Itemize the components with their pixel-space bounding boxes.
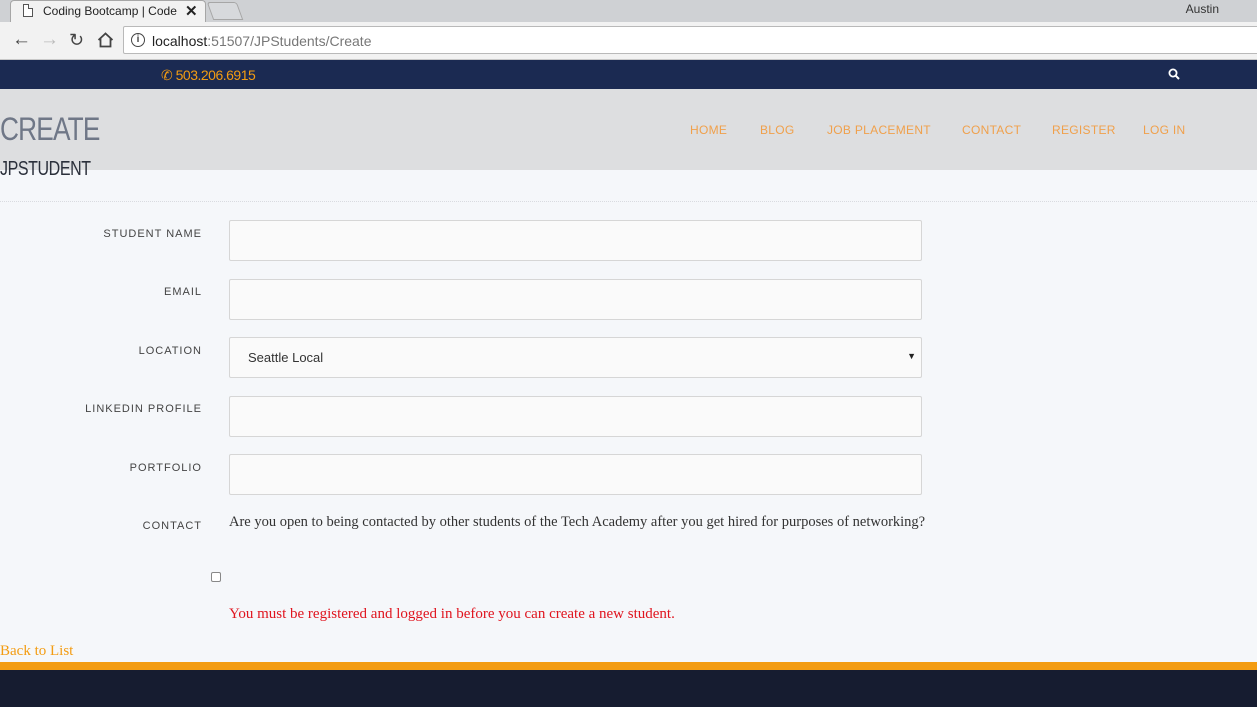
contact-checkbox[interactable]: [211, 572, 221, 582]
nav-log-in[interactable]: LOG IN: [1143, 123, 1185, 137]
divider: [0, 201, 1257, 202]
site-header: CREATE HOME BLOG JOB PLACEMENT CONTACT R…: [0, 89, 1257, 170]
error-message: You must be registered and logged in bef…: [229, 606, 675, 622]
page-subtitle: JPSTUDENT: [0, 158, 91, 180]
linkedin-label: LINKEDIN PROFILE: [85, 403, 202, 415]
portfolio-input[interactable]: [229, 454, 922, 495]
info-icon[interactable]: i: [131, 33, 145, 47]
home-icon[interactable]: [97, 32, 114, 48]
reload-icon[interactable]: ↻: [69, 30, 84, 50]
student-name-input[interactable]: [229, 220, 922, 261]
phone-number[interactable]: ✆ 503.206.6915: [161, 67, 256, 84]
url-path: :51507/JPStudents/Create: [207, 33, 372, 49]
linkedin-input[interactable]: [229, 396, 922, 437]
tab-close-icon[interactable]: ✕: [185, 2, 198, 20]
search-icon[interactable]: [1168, 68, 1180, 80]
page-title: CREATE: [0, 111, 100, 147]
location-label: LOCATION: [138, 345, 202, 357]
browser-tab[interactable]: Coding Bootcamp | Code ✕: [10, 0, 206, 22]
browser-user-name[interactable]: Austin: [1186, 2, 1219, 16]
footer-stripe: [0, 662, 1257, 670]
address-bar[interactable]: i localhost:51507/JPStudents/Create: [123, 26, 1257, 54]
site-top-bar: ✆ 503.206.6915: [0, 60, 1257, 89]
url-host: localhost: [152, 33, 208, 49]
phone-number-text: 503.206.6915: [175, 67, 256, 83]
dropdown-arrow-icon: ▼: [907, 351, 916, 361]
browser-tab-bar: Coding Bootcamp | Code ✕ Austin: [0, 0, 1257, 22]
nav-home[interactable]: HOME: [690, 123, 727, 137]
contact-label: CONTACT: [142, 520, 202, 532]
page-icon: [23, 4, 33, 17]
nav-blog[interactable]: BLOG: [760, 123, 795, 137]
tab-title: Coding Bootcamp | Code: [43, 4, 177, 18]
student-name-label: STUDENT NAME: [103, 228, 202, 240]
location-selected-value: Seattle Local: [248, 350, 324, 365]
nav-job-placement[interactable]: JOB PLACEMENT: [827, 123, 931, 137]
nav-register[interactable]: REGISTER: [1052, 123, 1116, 137]
back-to-list-link[interactable]: Back to List: [0, 643, 73, 660]
location-select[interactable]: Seattle Local ▼: [229, 337, 922, 378]
site-footer: [0, 670, 1257, 707]
email-input[interactable]: [229, 279, 922, 320]
email-label: EMAIL: [163, 286, 202, 298]
contact-question: Are you open to being contacted by other…: [229, 514, 926, 530]
browser-toolbar: ← → ↻ i localhost:51507/JPStudents/Creat…: [0, 22, 1257, 60]
address-url[interactable]: localhost:51507/JPStudents/Create: [152, 33, 372, 49]
forward-arrow-icon[interactable]: →: [40, 30, 59, 50]
nav-contact[interactable]: CONTACT: [962, 123, 1021, 137]
portfolio-label: PORTFOLIO: [129, 462, 202, 474]
new-tab-button[interactable]: [206, 2, 244, 20]
back-arrow-icon[interactable]: ←: [12, 30, 31, 50]
